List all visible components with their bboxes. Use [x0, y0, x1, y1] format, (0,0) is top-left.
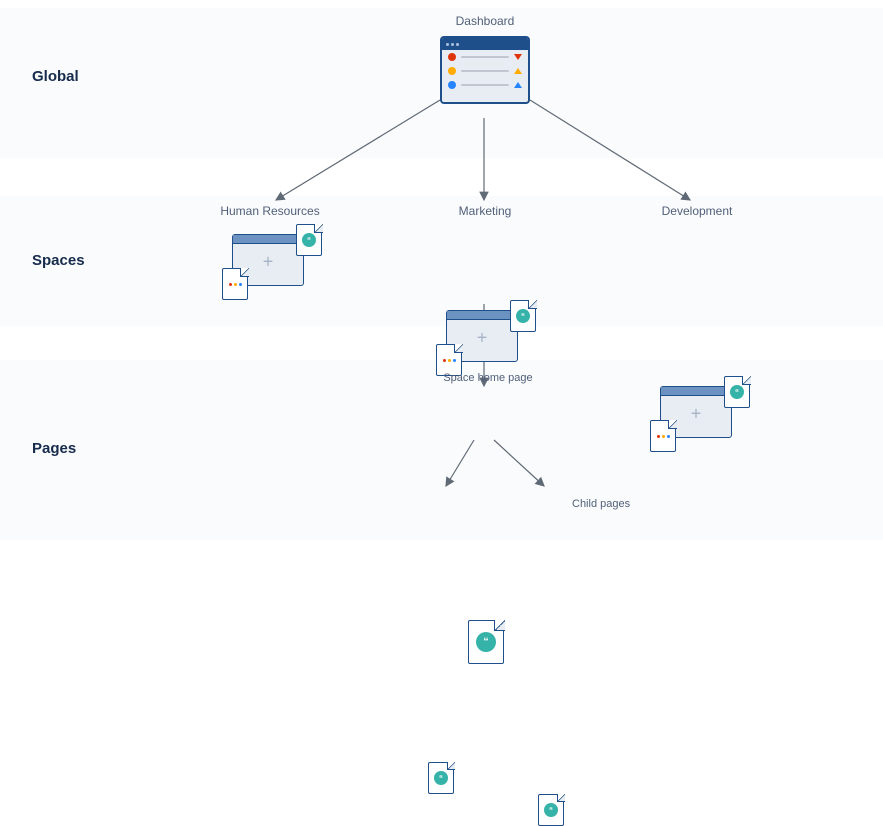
child-page-icon-2: “	[538, 794, 564, 826]
space-label-development: Development	[632, 204, 762, 218]
space-home-page-icon: “	[468, 620, 504, 664]
child-page-icon-1: “	[428, 762, 454, 794]
space-label-hr: Human Resources	[200, 204, 340, 218]
space-icon-development: + “	[650, 376, 750, 452]
dashboard-label: Dashboard	[420, 14, 550, 28]
child-pages-label: Child pages	[572, 498, 630, 510]
tier-label-spaces: Spaces	[32, 252, 85, 269]
space-home-label: Space home page	[438, 372, 538, 384]
space-icon-marketing: + “	[436, 300, 536, 376]
tier-label-global: Global	[32, 68, 79, 85]
space-icon-hr: + “	[222, 224, 322, 300]
space-label-marketing: Marketing	[420, 204, 550, 218]
tier-label-pages: Pages	[32, 440, 76, 457]
dashboard-icon	[440, 36, 530, 104]
tier-pages	[0, 360, 883, 540]
